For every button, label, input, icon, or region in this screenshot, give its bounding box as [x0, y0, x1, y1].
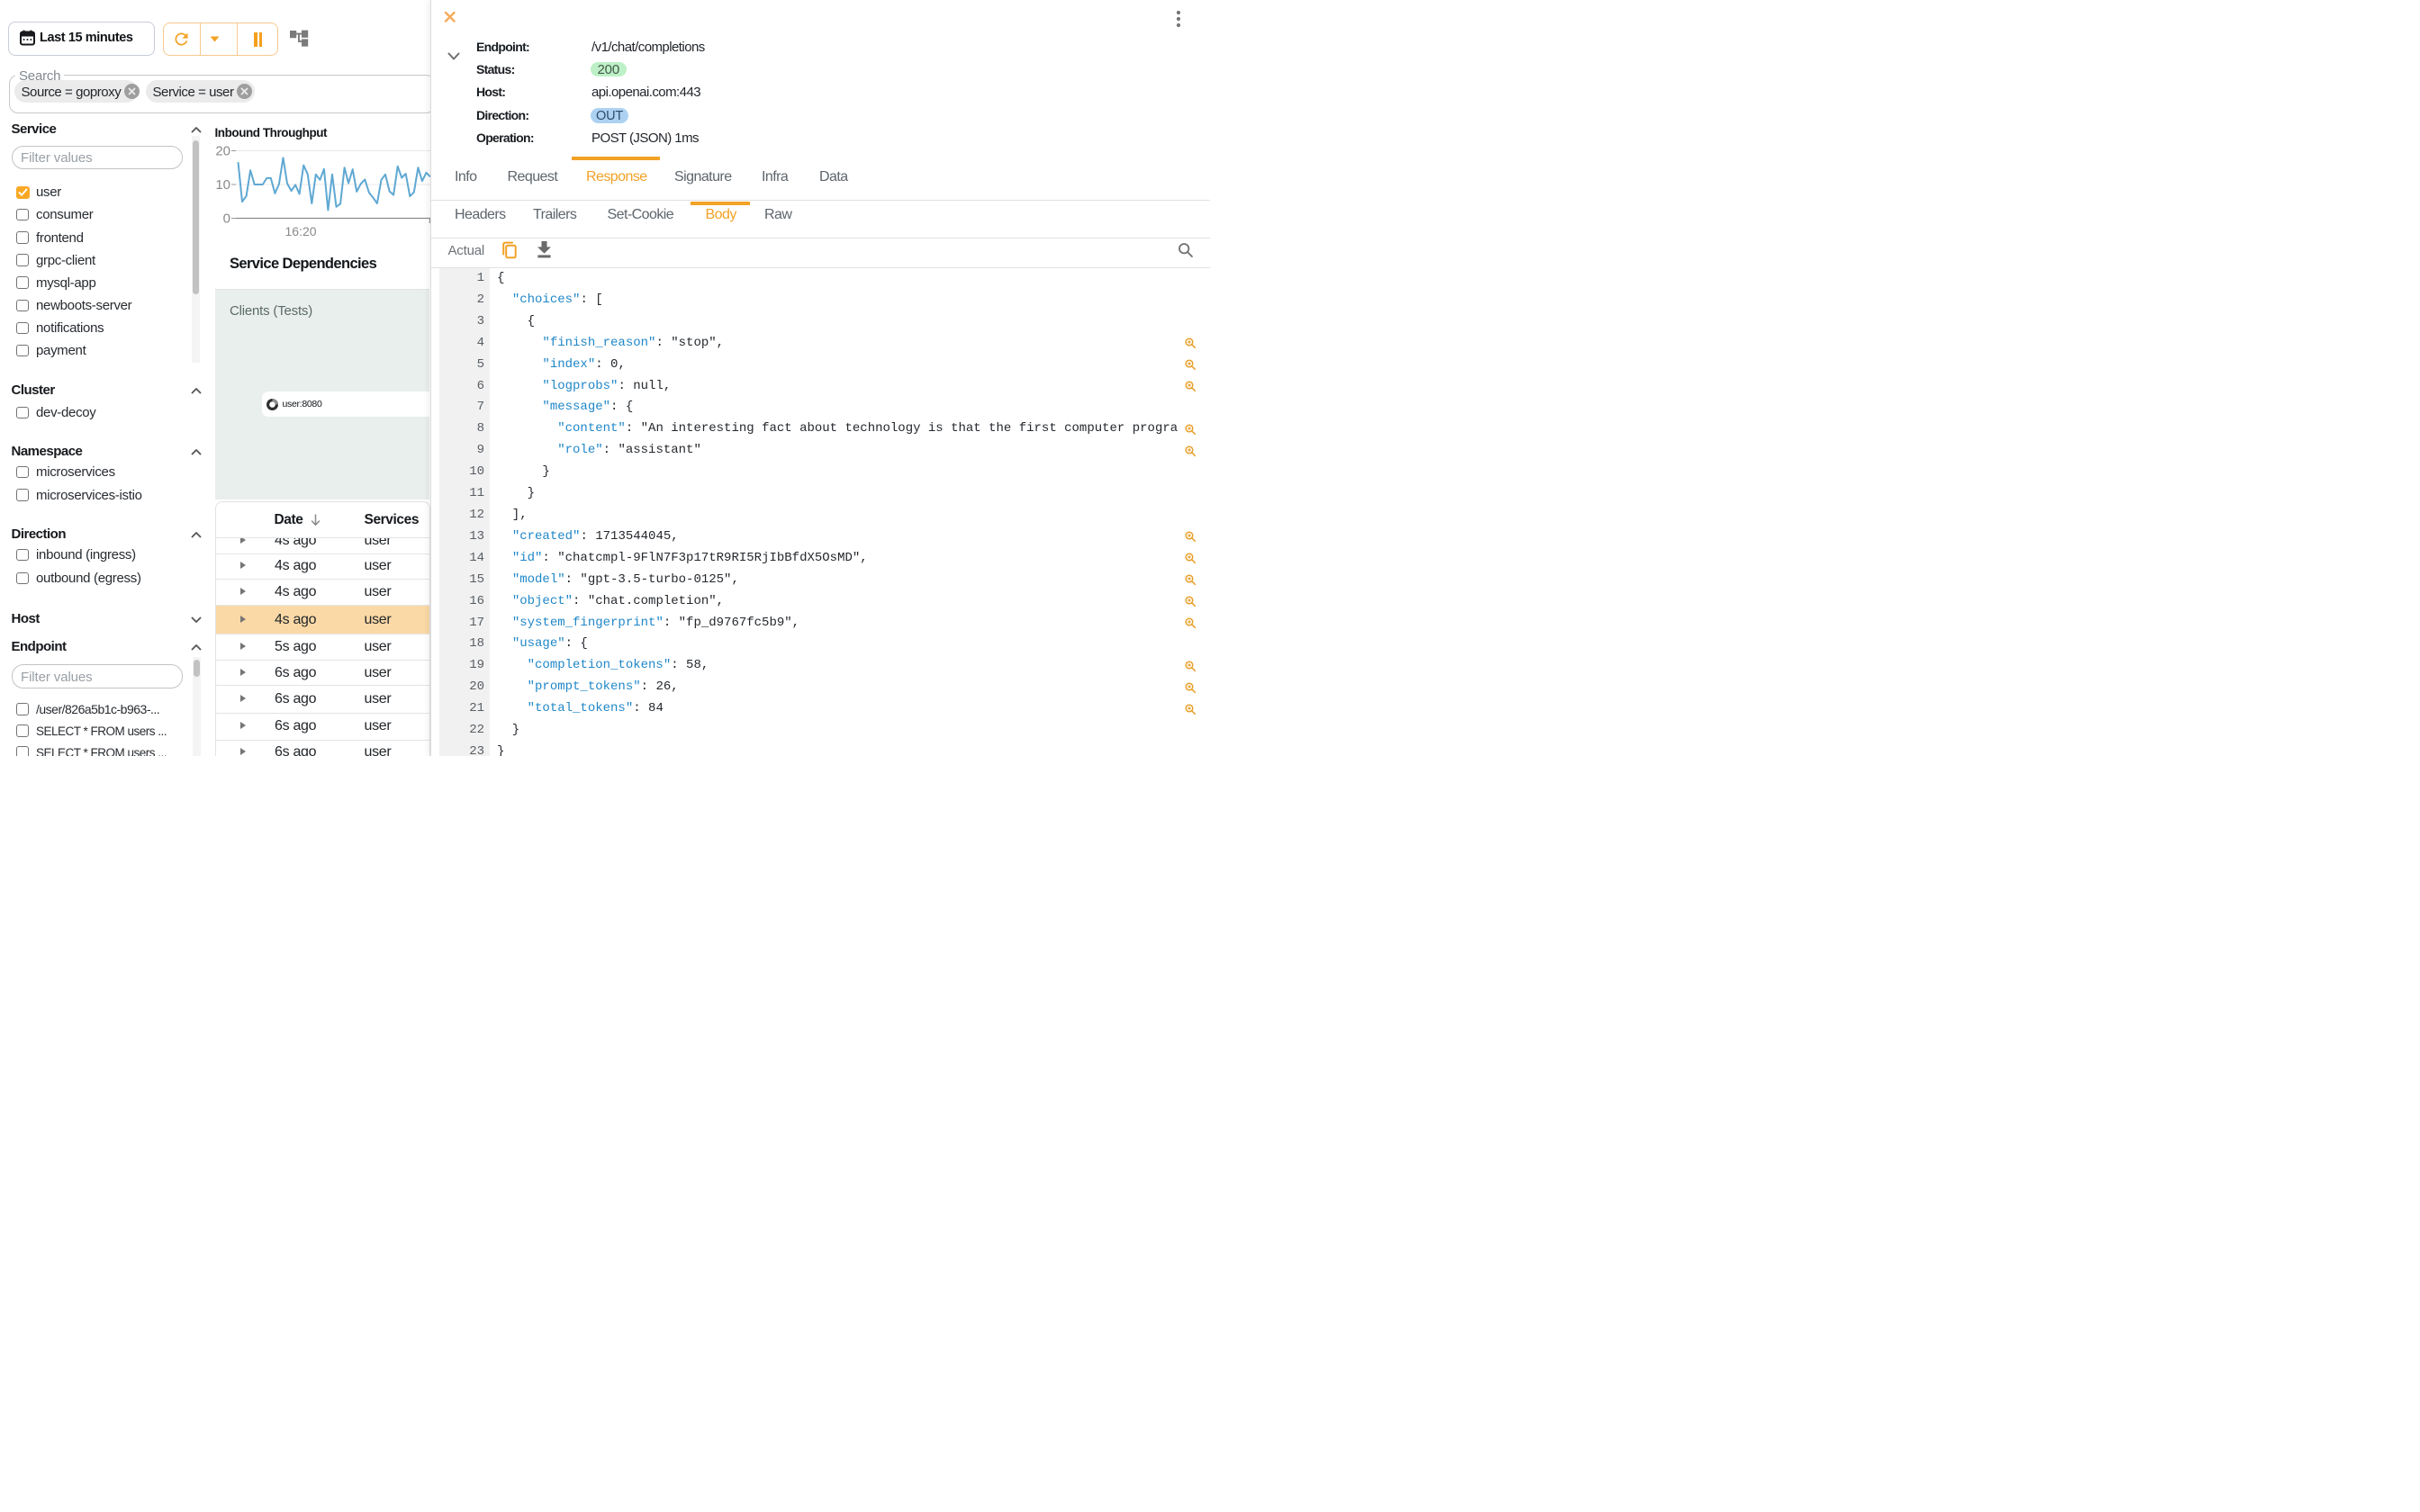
svg-text:20: 20 [215, 144, 230, 159]
svg-text:0: 0 [223, 212, 230, 227]
svg-text:10: 10 [215, 177, 230, 193]
